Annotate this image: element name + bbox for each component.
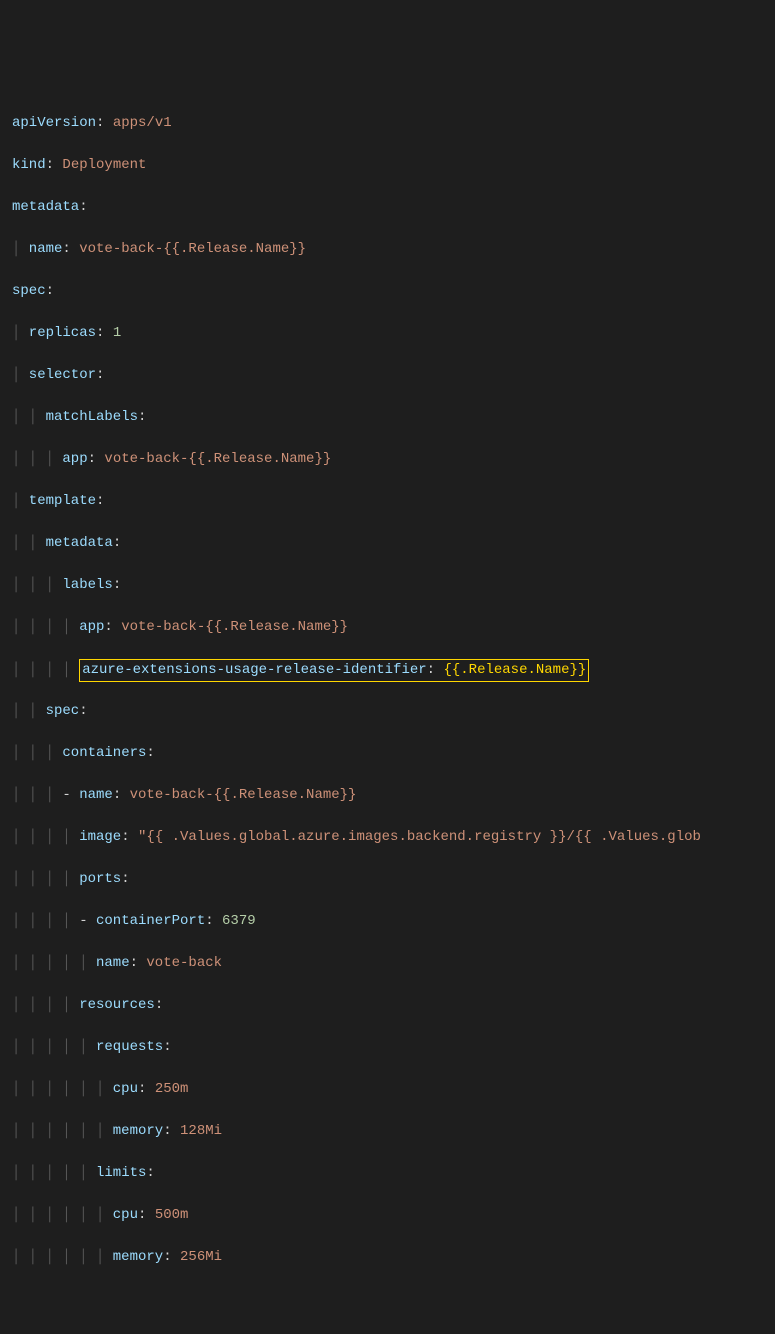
code-line: │ │ │ │ - containerPort: 6379 bbox=[12, 911, 763, 932]
code-line: │ │ │ │ │ │ memory: 256Mi bbox=[12, 1247, 763, 1268]
code-line: │ │ │ app: vote-back-{{.Release.Name}} bbox=[12, 449, 763, 470]
code-line: │ │ metadata: bbox=[12, 533, 763, 554]
code-line: │ replicas: 1 bbox=[12, 323, 763, 344]
code-line: │ │ │ │ │ │ memory: 128Mi bbox=[12, 1121, 763, 1142]
code-line: apiVersion: apps/v1 bbox=[12, 113, 763, 134]
highlight-annotation: azure-extensions-usage-release-identifie… bbox=[79, 659, 589, 682]
code-line: metadata: bbox=[12, 197, 763, 218]
code-line: │ │ │ │ │ limits: bbox=[12, 1163, 763, 1184]
code-line: │ name: vote-back-{{.Release.Name}} bbox=[12, 239, 763, 260]
code-line: │ template: bbox=[12, 491, 763, 512]
code-line: spec: bbox=[12, 281, 763, 302]
code-line: │ │ │ │ image: "{{ .Values.global.azure.… bbox=[12, 827, 763, 848]
code-line: │ │ │ - name: vote-back-{{.Release.Name}… bbox=[12, 785, 763, 806]
code-line-highlighted: │ │ │ │ azure-extensions-usage-release-i… bbox=[12, 659, 763, 680]
code-line: │ │ spec: bbox=[12, 701, 763, 722]
code-line: │ selector: bbox=[12, 365, 763, 386]
code-line: │ │ │ │ app: vote-back-{{.Release.Name}} bbox=[12, 617, 763, 638]
code-line: │ │ │ containers: bbox=[12, 743, 763, 764]
code-editor[interactable]: apiVersion: apps/v1 kind: Deployment met… bbox=[12, 92, 763, 1289]
code-line: │ │ │ │ ports: bbox=[12, 869, 763, 890]
code-line: │ │ │ │ resources: bbox=[12, 995, 763, 1016]
code-line: │ │ │ │ │ name: vote-back bbox=[12, 953, 763, 974]
code-line: │ │ │ │ │ │ cpu: 500m bbox=[12, 1205, 763, 1226]
code-line: │ │ │ │ │ │ cpu: 250m bbox=[12, 1079, 763, 1100]
code-line: │ │ matchLabels: bbox=[12, 407, 763, 428]
code-line: │ │ │ labels: bbox=[12, 575, 763, 596]
code-line: │ │ │ │ │ requests: bbox=[12, 1037, 763, 1058]
code-line: kind: Deployment bbox=[12, 155, 763, 176]
